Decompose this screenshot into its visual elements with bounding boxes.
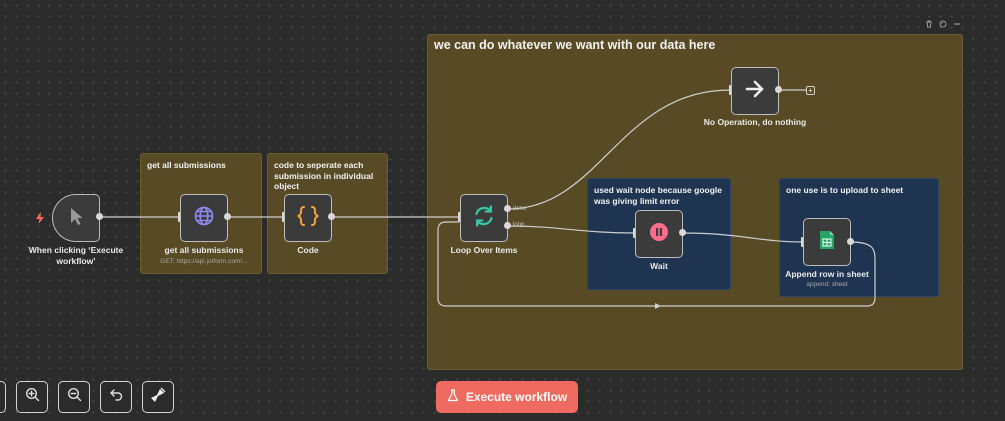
wait-node[interactable] (635, 210, 683, 258)
add-node-plus-button[interactable]: + (806, 86, 815, 95)
broom-icon (150, 387, 166, 408)
code-node[interactable] (284, 194, 332, 242)
undo-button[interactable] (100, 381, 132, 413)
http-node-subtitle: GET: https://api.jotform.com/... (160, 258, 248, 265)
zoom-out-icon (67, 387, 82, 407)
execute-workflow-button[interactable]: Execute workflow (436, 381, 578, 413)
http-node-label: get all submissions (164, 245, 244, 255)
code-node-label: Code (297, 245, 319, 255)
bolt-icon (35, 211, 45, 229)
http-node[interactable] (180, 194, 228, 242)
flask-icon (447, 389, 459, 405)
noop-output-handle[interactable] (775, 86, 782, 93)
trigger-output-handle[interactable] (96, 213, 103, 220)
sheet-node-subtitle: append: sheet (806, 281, 848, 288)
spreadsheet-icon (819, 230, 835, 255)
http-output-handle[interactable] (224, 213, 231, 220)
cursor-icon (67, 206, 85, 231)
sheet-node-label: Append row in sheet (785, 269, 869, 279)
edge-loop-noop (507, 89, 731, 210)
loop-loop-handle[interactable] (504, 222, 511, 229)
edge-back-arrow (655, 303, 661, 309)
loop-node-label: Loop Over Items (450, 245, 518, 255)
loop-node[interactable] (460, 194, 508, 242)
loop-done-label: done (513, 206, 527, 212)
edge-wait-sheet (681, 232, 803, 243)
zoom-in-button[interactable] (16, 381, 48, 413)
sheet-output-handle[interactable] (847, 238, 854, 245)
edge-loop-wait (507, 225, 636, 234)
braces-icon (296, 205, 320, 232)
zoom-out-button[interactable] (58, 381, 90, 413)
noop-node[interactable] (731, 67, 779, 115)
pause-icon (649, 222, 669, 247)
refresh-icon (472, 204, 496, 233)
code-output-handle[interactable] (328, 213, 335, 220)
loop-done-handle[interactable] (504, 205, 511, 212)
globe-icon (193, 205, 215, 232)
trigger-node[interactable] (52, 194, 100, 242)
zoom-in-icon (25, 387, 40, 407)
wait-node-label: Wait (650, 261, 668, 271)
undo-icon (109, 387, 124, 407)
noop-node-label: No Operation, do nothing (703, 117, 807, 127)
tidy-up-button[interactable] (142, 381, 174, 413)
execute-workflow-label: Execute workflow (465, 390, 568, 404)
arrow-right-icon (744, 79, 766, 104)
trigger-node-label: When clicking ‘Execute workflow’ (28, 245, 124, 266)
zoom-to-fit-button[interactable] (0, 381, 6, 413)
sheet-node[interactable] (803, 218, 851, 266)
loop-loop-label: loop (513, 222, 525, 228)
wait-output-handle[interactable] (679, 229, 686, 236)
